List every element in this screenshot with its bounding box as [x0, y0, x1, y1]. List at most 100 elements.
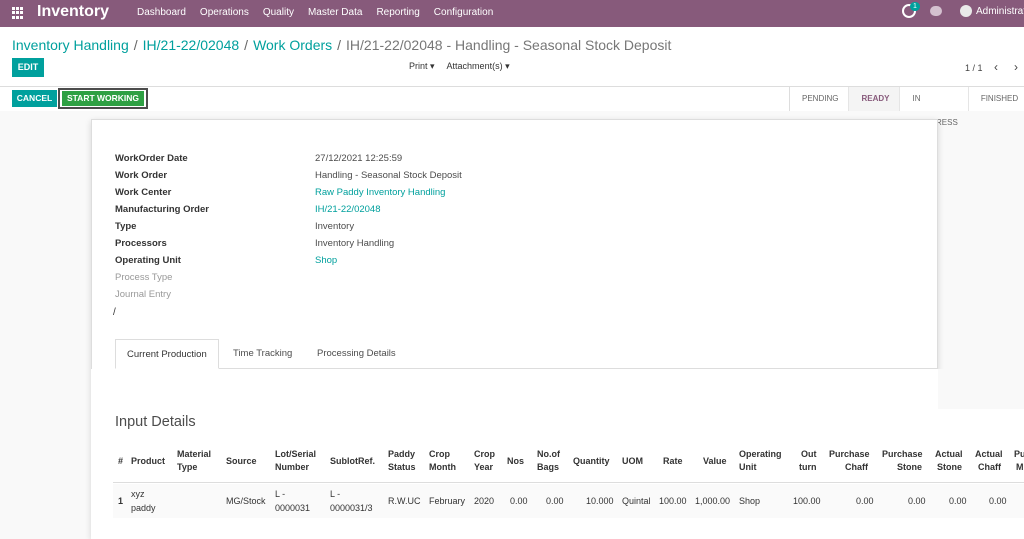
field-value: Inventory Handling [315, 238, 395, 249]
th-source[interactable]: Source [226, 455, 257, 468]
chevron-right-icon[interactable]: › [1014, 60, 1018, 74]
cell-actual-chaff: 0.00 [989, 496, 1007, 506]
cell-rate: 100.00 [659, 496, 687, 506]
tab-processing-details[interactable]: Processing Details [306, 339, 407, 369]
input-details-title: Input Details [115, 414, 196, 430]
th-outturn[interactable]: Out [801, 448, 817, 461]
cell-operating-unit: Shop [739, 496, 761, 506]
user-name[interactable]: Administrator [976, 6, 1024, 17]
th-crop-year[interactable]: Crop [474, 448, 495, 461]
menu-operations[interactable]: Operations [200, 7, 249, 18]
th-paddy-status[interactable]: Paddy [388, 448, 415, 461]
th-crop-year-2[interactable]: Year [474, 461, 493, 474]
status-bar: CANCEL START WORKING PENDING READY IN PR… [0, 86, 1024, 127]
table-header-divider [113, 482, 1024, 483]
th-uom[interactable]: UOM [622, 455, 643, 468]
th-purchase-m-2[interactable]: M [1016, 461, 1024, 474]
field-label: Manufacturing Order [115, 204, 209, 215]
menu-quality[interactable]: Quality [263, 7, 294, 18]
th-bags-2[interactable]: Bags [537, 461, 559, 474]
user-avatar[interactable] [960, 5, 972, 17]
cell-purchase-stone: 0.00 [908, 496, 926, 506]
th-nos[interactable]: Nos [507, 455, 524, 468]
cell-crop-month: February [429, 496, 466, 506]
breadcrumb-separator: / [337, 37, 342, 53]
th-sublot[interactable]: SublotRef. [330, 455, 375, 468]
th-operating-unit-2[interactable]: Unit [739, 461, 757, 474]
tab-current-production[interactable]: Current Production [115, 339, 219, 369]
th-outturn-2[interactable]: turn [799, 461, 817, 474]
th-material-type-2[interactable]: Type [177, 461, 197, 474]
th-operating-unit[interactable]: Operating [739, 448, 782, 461]
th-purchase-m[interactable]: Pu [1014, 448, 1024, 461]
tab-time-tracking[interactable]: Time Tracking [222, 339, 303, 369]
field-label: Type [115, 221, 137, 232]
breadcrumb-separator: / [133, 37, 138, 53]
field-label: Operating Unit [115, 255, 181, 266]
menu-dashboard[interactable]: Dashboard [137, 7, 186, 18]
menu-configuration[interactable]: Configuration [434, 7, 493, 18]
th-product[interactable]: Product [131, 455, 165, 468]
th-quantity[interactable]: Quantity [573, 455, 610, 468]
th-paddy-status-2[interactable]: Status [388, 461, 416, 474]
th-actual-stone[interactable]: Actual [935, 448, 963, 461]
chevron-left-icon[interactable]: ‹ [994, 60, 998, 74]
th-lot[interactable]: Lot/Serial [275, 448, 316, 461]
cell-sublot-2: 0000031/3 [330, 503, 373, 513]
edit-button[interactable]: EDIT [12, 58, 44, 77]
th-actual-stone-2[interactable]: Stone [937, 461, 962, 474]
breadcrumb-ih-ref[interactable]: IH/21-22/02048 [143, 37, 240, 53]
cell-quantity: 10.000 [586, 496, 614, 506]
th-num[interactable]: # [118, 455, 123, 468]
chat-icon[interactable] [930, 6, 942, 16]
th-value[interactable]: Value [703, 455, 727, 468]
stage-ready[interactable]: READY [849, 87, 901, 111]
pager-value[interactable]: 1 / 1 [965, 63, 983, 73]
th-material-type[interactable]: Material [177, 448, 211, 461]
menu-master-data[interactable]: Master Data [308, 7, 362, 18]
th-purchase-stone[interactable]: Purchase [882, 448, 923, 461]
th-purchase-chaff-2[interactable]: Chaff [845, 461, 868, 474]
activity-clock-icon[interactable]: 1 [902, 2, 920, 18]
manufacturing-order-link[interactable]: IH/21-22/02048 [315, 204, 381, 215]
cell-product-2: paddy [131, 503, 156, 513]
cell-lot-2: 0000031 [275, 503, 311, 513]
cell-bags: 0.00 [546, 496, 564, 506]
cell-crop-year: 2020 [474, 496, 495, 506]
print-dropdown[interactable]: Print ▾ [409, 61, 435, 71]
th-actual-chaff[interactable]: Actual [975, 448, 1003, 461]
operating-unit-link[interactable]: Shop [315, 255, 337, 266]
apps-grid-icon[interactable] [12, 7, 24, 19]
cancel-button[interactable]: CANCEL [12, 90, 57, 107]
cell-actual-stone: 0.00 [949, 496, 967, 506]
th-bags[interactable]: No.of [537, 448, 560, 461]
activity-badge: 1 [910, 2, 920, 11]
th-lot-2[interactable]: Number [275, 461, 309, 474]
stage-in-progress[interactable]: IN PROGRESS [900, 87, 969, 127]
th-purchase-chaff[interactable]: Purchase [829, 448, 870, 461]
th-purchase-stone-2[interactable]: Stone [897, 461, 922, 474]
menu-reporting[interactable]: Reporting [376, 7, 419, 18]
cell-product: xyz [131, 489, 145, 499]
cell-value: 1,000.00 [695, 496, 731, 506]
th-actual-chaff-2[interactable]: Chaff [978, 461, 1001, 474]
th-crop-month-2[interactable]: Month [429, 461, 456, 474]
breadcrumb: Inventory Handling / IH/21-22/02048/Work O… [12, 37, 671, 53]
field-label: Journal Entry [115, 289, 171, 300]
stage-pending[interactable]: PENDING [790, 87, 850, 111]
attachments-dropdown[interactable]: Attachment(s) ▾ [447, 61, 510, 71]
stage-finished[interactable]: FINISHED [969, 87, 1024, 111]
field-label: Process Type [115, 272, 173, 283]
field-label: Work Order [115, 170, 168, 181]
cell-lot: L - [275, 489, 286, 499]
breadcrumb-inventory-handling[interactable]: Inventory Handling [12, 37, 129, 53]
app-brand[interactable]: Inventory [37, 3, 109, 21]
th-crop-month[interactable]: Crop [429, 448, 450, 461]
breadcrumb-current: IH/21-22/02048 - Handling - Seasonal Sto… [346, 37, 672, 53]
work-center-link[interactable]: Raw Paddy Inventory Handling [315, 187, 445, 198]
field-label: WorkOrder Date [115, 153, 188, 164]
field-label: Work Center [115, 187, 172, 198]
th-rate[interactable]: Rate [663, 455, 683, 468]
breadcrumb-work-orders[interactable]: Work Orders [253, 37, 332, 53]
start-working-button[interactable]: START WORKING [62, 91, 144, 106]
